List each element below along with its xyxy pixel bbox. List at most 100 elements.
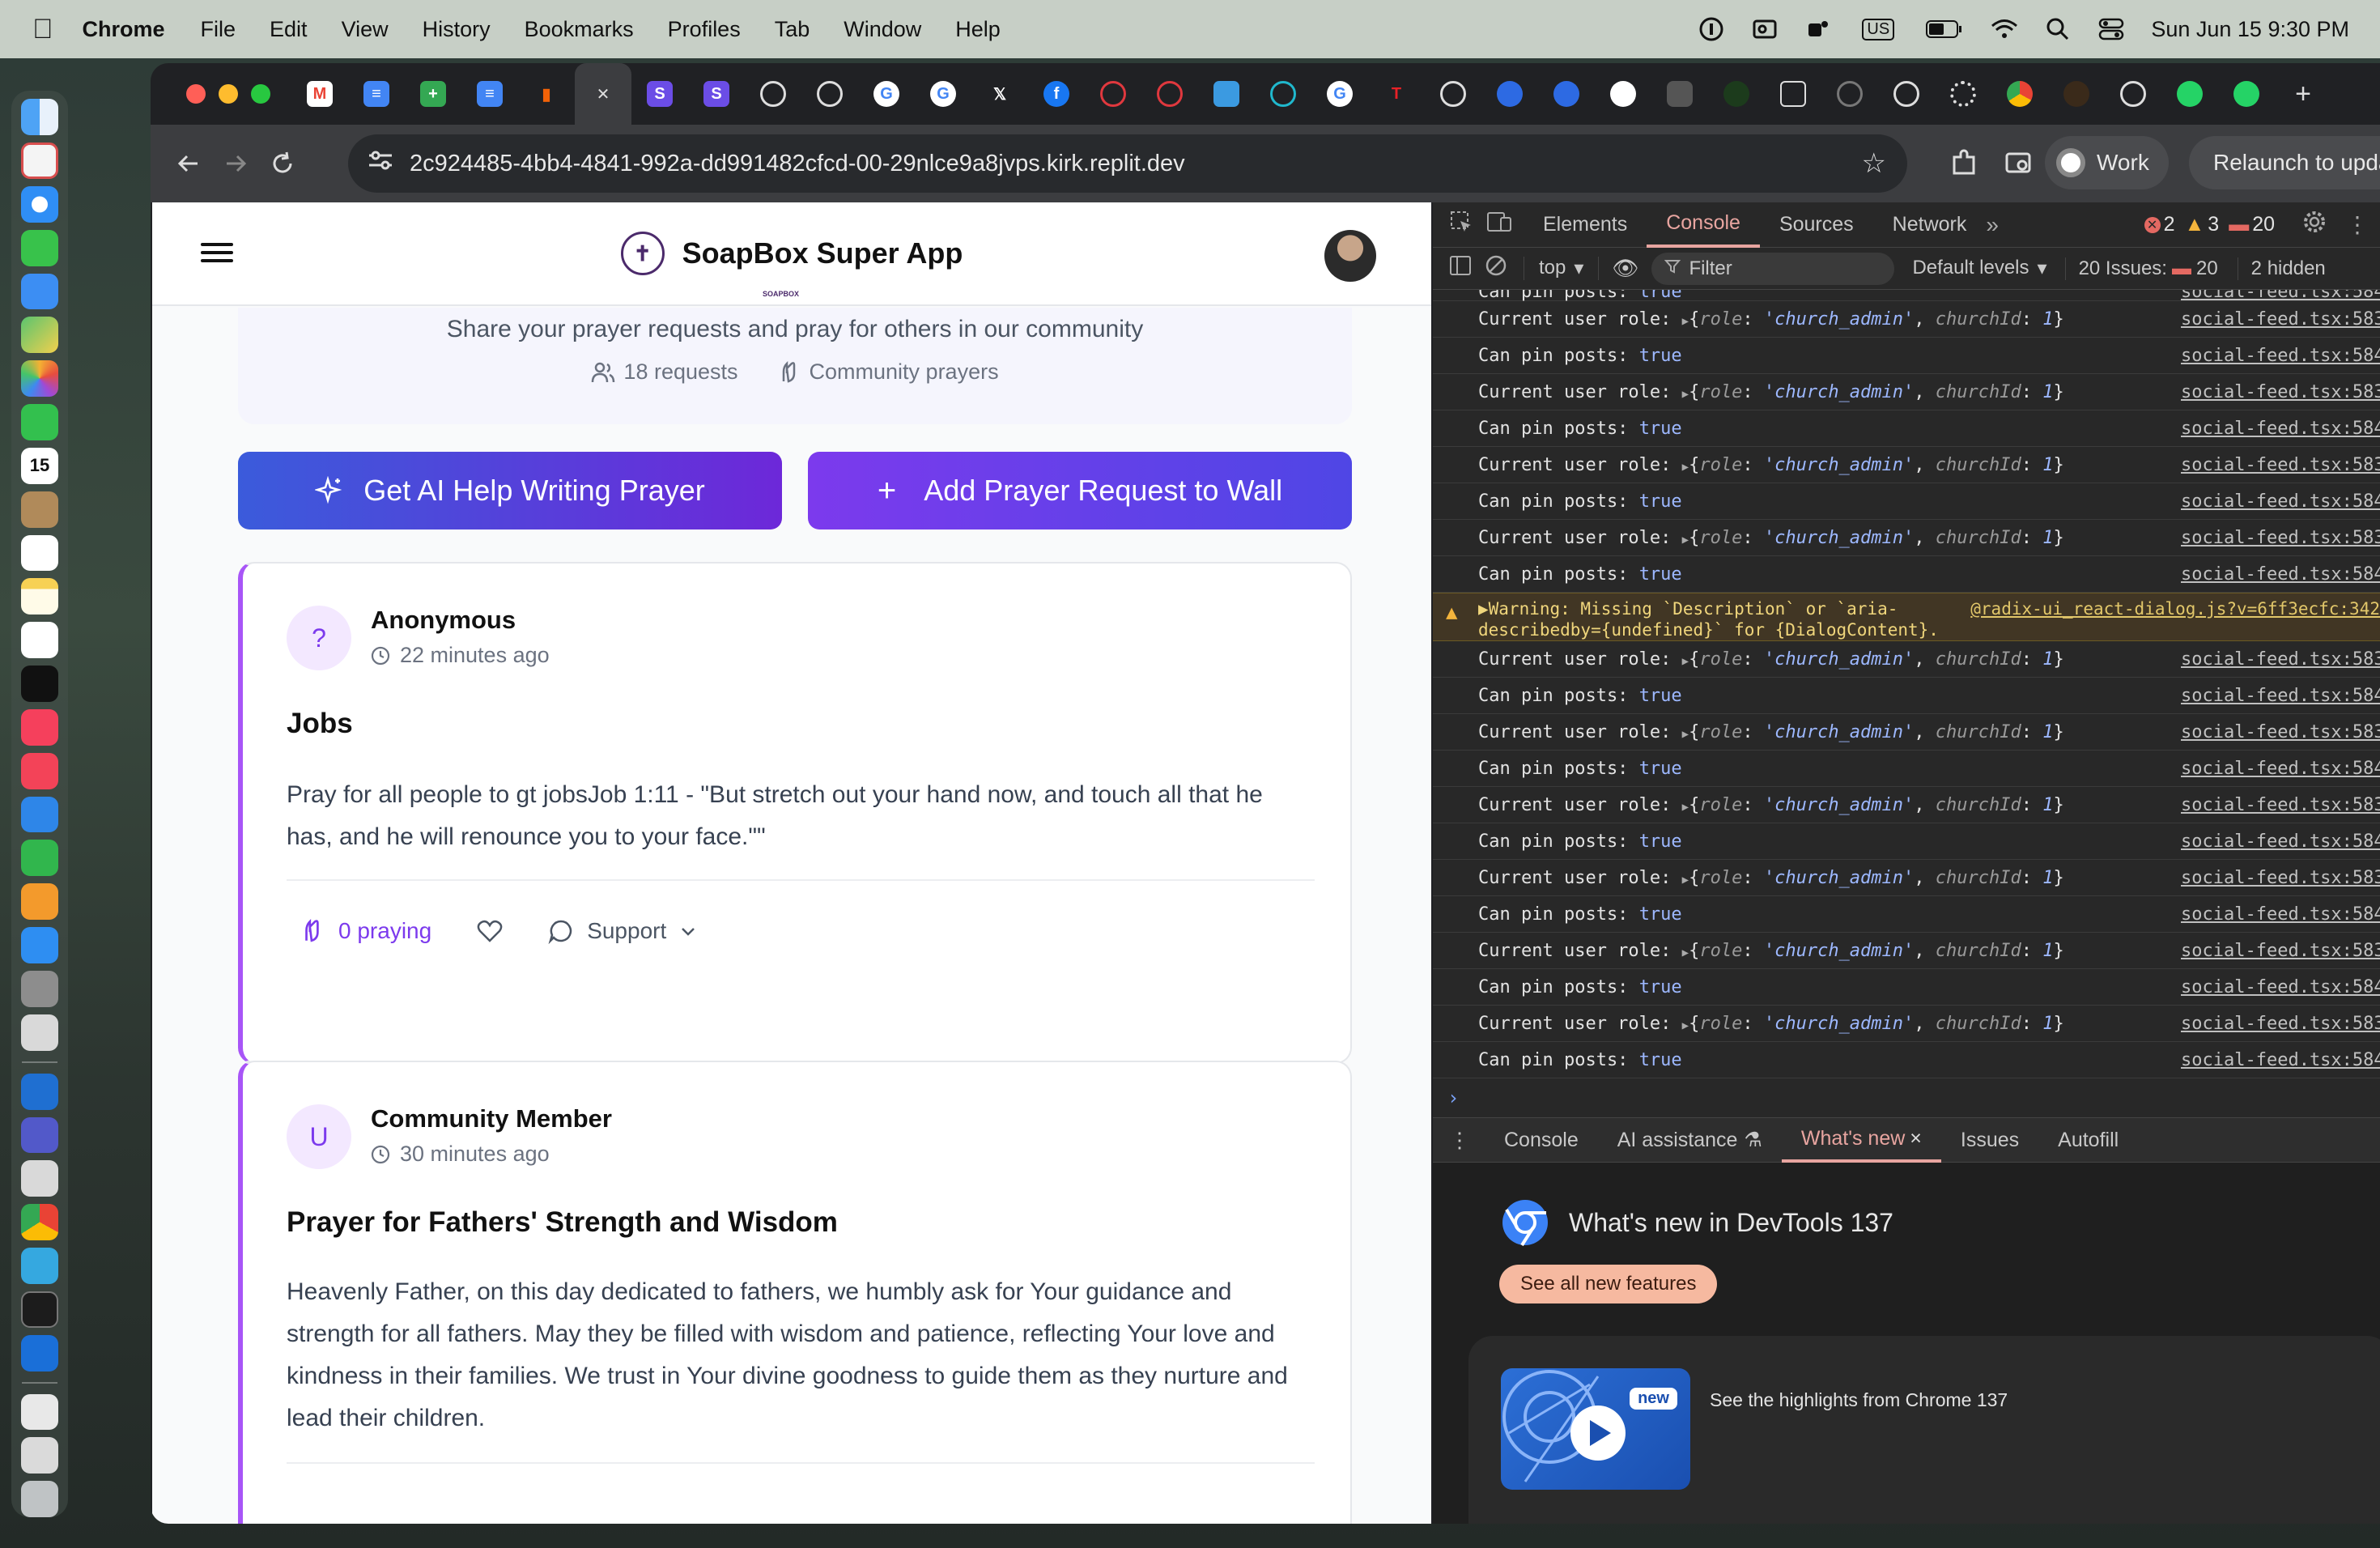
calendar-icon[interactable]: 15 — [21, 447, 58, 484]
tab-shield[interactable] — [2105, 63, 2161, 125]
log-source-link[interactable]: social-feed.tsx:583 — [2181, 528, 2380, 548]
tab-blue-1[interactable] — [1481, 63, 1538, 125]
onepassword-dock-icon[interactable] — [21, 1334, 58, 1372]
app-store-icon[interactable] — [21, 927, 58, 964]
log-object[interactable]: ▶{role: 'church_admin', churchId: 1} — [1682, 722, 2064, 742]
drawer-tab-ai-assistance[interactable]: AI assistance — [1598, 1117, 1757, 1163]
back-button[interactable] — [165, 140, 212, 187]
tab-chatgpt-3[interactable] — [1425, 63, 1481, 125]
log-source-link[interactable]: social-feed.tsx:583 — [2181, 868, 2380, 888]
tab-chatgpt-2[interactable] — [801, 63, 858, 125]
site-info-icon[interactable] — [368, 149, 393, 178]
menu-view[interactable]: View — [342, 17, 389, 42]
profile-button[interactable]: Work — [2045, 136, 2169, 189]
teams-dock-icon[interactable] — [21, 1116, 58, 1154]
console-message[interactable]: Can pin posts: true social-feed.tsx:584 — [1433, 751, 2380, 787]
onepassword-icon[interactable] — [1698, 15, 1725, 43]
live-expression-icon[interactable]: 👁 — [1612, 256, 1638, 281]
menubar-clock[interactable]: Sun Jun 15 9:30 PM — [2151, 17, 2349, 42]
praying-button[interactable]: 0 praying — [300, 918, 431, 944]
log-source-link[interactable]: social-feed.tsx:583 — [2181, 309, 2380, 330]
console-message[interactable]: Current user role: ▶{role: 'church_admin… — [1433, 301, 2380, 338]
log-source-link[interactable]: social-feed.tsx:584 — [2181, 419, 2380, 439]
tab-blue-2[interactable] — [1538, 63, 1595, 125]
menu-app-name[interactable]: Chrome — [83, 17, 165, 42]
mail-icon[interactable] — [21, 273, 58, 310]
tab-search-icon[interactable] — [2004, 149, 2034, 182]
news-icon[interactable] — [21, 752, 58, 789]
log-source-link[interactable]: social-feed.tsx:583 — [2181, 941, 2380, 961]
log-source-link[interactable]: social-feed.tsx:584 — [2181, 977, 2380, 997]
console-message[interactable]: Can pin posts: true social-feed.tsx:584 — [1433, 290, 2380, 302]
inspect-element-icon[interactable] — [1449, 210, 1473, 240]
log-source-link[interactable]: social-feed.tsx:583 — [2181, 455, 2380, 475]
warning-source-link[interactable]: @radix-ui_react-dialog.js?v=6ff3ecfc:342 — [1970, 598, 2380, 619]
log-source-link[interactable]: social-feed.tsx:584 — [2181, 904, 2380, 925]
freeform-icon[interactable] — [21, 622, 58, 659]
user-avatar[interactable] — [1324, 230, 1376, 282]
context-select[interactable]: top ▾ — [1524, 257, 1600, 280]
tab-perplexity[interactable] — [1255, 63, 1311, 125]
devtools-tab-elements[interactable]: Elements — [1524, 202, 1647, 248]
console-message[interactable]: Can pin posts: true social-feed.tsx:584 — [1433, 896, 2380, 933]
ai-help-button[interactable]: Get AI Help Writing Prayer — [238, 452, 782, 529]
devtools-settings-icon[interactable] — [2302, 210, 2327, 240]
devtools-tab-network[interactable]: Network — [1873, 202, 1987, 248]
downloads-icon[interactable] — [21, 1437, 58, 1474]
console-message[interactable]: Current user role: ▶{role: 'church_admin… — [1433, 447, 2380, 483]
tab-red-1[interactable] — [1085, 63, 1141, 125]
tab-chatgpt-1[interactable] — [745, 63, 801, 125]
keynote-icon[interactable] — [21, 796, 58, 833]
log-source-link[interactable]: social-feed.tsx:583 — [2181, 649, 2380, 670]
support-button[interactable]: Support — [548, 918, 697, 944]
tab-sheets[interactable]: + — [405, 63, 461, 125]
pages-icon[interactable] — [21, 883, 58, 921]
log-source-link[interactable]: social-feed.tsx:584 — [2181, 686, 2380, 706]
reload-button[interactable] — [259, 140, 306, 187]
tab-dark[interactable] — [2048, 63, 2105, 125]
menu-bookmarks[interactable]: Bookmarks — [525, 17, 634, 42]
menu-window[interactable]: Window — [844, 17, 921, 42]
console-message[interactable]: Current user role: ▶{role: 'church_admin… — [1433, 520, 2380, 556]
console-message[interactable]: Current user role: ▶{role: 'church_admin… — [1433, 374, 2380, 410]
chrome-dock-icon[interactable] — [21, 1204, 58, 1241]
drawer-tab-whats-new[interactable]: What's new × — [1781, 1117, 1941, 1163]
devtools-tab-sources[interactable]: Sources — [1760, 202, 1873, 248]
facetime-icon[interactable] — [21, 404, 58, 440]
drawer-tab-autofill[interactable]: Autofill — [2038, 1117, 2138, 1163]
log-source-link[interactable]: social-feed.tsx:584 — [2181, 491, 2380, 512]
clear-console-icon[interactable] — [1485, 254, 1507, 283]
tab-docs-1[interactable]: ≡ — [348, 63, 405, 125]
tab-s-app-1[interactable]: S — [631, 63, 688, 125]
outlook-icon[interactable] — [1751, 15, 1779, 43]
relaunch-to-update-button[interactable]: Relaunch to update — [2189, 136, 2380, 189]
log-levels-select[interactable]: Default levels ▾ — [1912, 257, 2046, 280]
tab-s-app-2[interactable]: S — [688, 63, 745, 125]
reminders-icon[interactable] — [21, 534, 58, 572]
drawer-tab-issues[interactable]: Issues — [1941, 1117, 2038, 1163]
console-message[interactable]: Can pin posts: true social-feed.tsx:584 — [1433, 483, 2380, 520]
console-message[interactable]: Current user role: ▶{role: 'church_admin… — [1433, 933, 2380, 969]
tab-whatsapp-1[interactable] — [2161, 63, 2218, 125]
log-object[interactable]: ▶{role: 'church_admin', churchId: 1} — [1682, 795, 2064, 815]
tab-red-2[interactable] — [1141, 63, 1198, 125]
menu-help[interactable]: Help — [955, 17, 1001, 42]
tab-active-replit[interactable]: ✕ — [575, 63, 631, 125]
see-all-features-button[interactable]: See all new features — [1499, 1265, 1718, 1303]
log-object[interactable]: ▶{role: 'church_admin', churchId: 1} — [1682, 382, 2064, 402]
drawer-tab-console[interactable]: Console — [1485, 1117, 1598, 1163]
log-source-link[interactable]: social-feed.tsx:584 — [2181, 831, 2380, 852]
console-message[interactable]: Can pin posts: true social-feed.tsx:584 — [1433, 678, 2380, 714]
close-tab-icon[interactable]: × — [1910, 1127, 1922, 1150]
console-message[interactable]: Current user role: ▶{role: 'church_admin… — [1433, 641, 2380, 678]
tab-google-2[interactable]: G — [915, 63, 971, 125]
address-bar[interactable]: 2c924485-4bb4-4841-992a-dd991482cfcd-00-… — [348, 134, 1907, 193]
tab-google-1[interactable]: G — [858, 63, 915, 125]
log-object[interactable]: ▶{role: 'church_admin', churchId: 1} — [1682, 941, 2064, 961]
console-message[interactable]: Can pin posts: true social-feed.tsx:584 — [1433, 410, 2380, 447]
numbers-icon[interactable] — [21, 840, 58, 877]
log-source-link[interactable]: social-feed.tsx:583 — [2181, 722, 2380, 742]
log-source-link[interactable]: social-feed.tsx:584 — [2181, 1050, 2380, 1070]
iphone-mirroring-icon[interactable] — [21, 1014, 58, 1051]
remote-desktop-icon[interactable] — [21, 1160, 58, 1197]
